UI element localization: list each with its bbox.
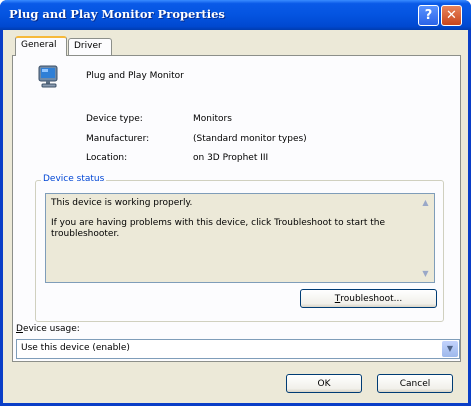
title-bar[interactable]: Plug and Play Monitor Properties ? ✕ (0, 0, 471, 30)
tab-general[interactable]: General (15, 36, 67, 56)
help-icon: ? (424, 8, 433, 23)
cancel-button[interactable]: Cancel (377, 374, 453, 393)
manufacturer-value: (Standard monitor types) (193, 134, 307, 144)
device-usage-mnemonic: D (16, 324, 23, 334)
window-title: Plug and Play Monitor Properties (9, 7, 225, 21)
chevron-down-icon[interactable]: ▼ (442, 341, 458, 357)
device-usage-select[interactable]: Use this device (enable) ▼ (16, 339, 460, 359)
manufacturer-label: Manufacturer: (86, 134, 150, 144)
close-button[interactable]: ✕ (441, 5, 462, 26)
device-name: Plug and Play Monitor (86, 71, 184, 81)
tab-driver[interactable]: Driver (68, 38, 112, 55)
scroll-down-icon[interactable]: ▼ (419, 267, 432, 280)
troubleshoot-button[interactable]: Troubleshoot... (300, 289, 437, 308)
location-value: on 3D Prophet III (193, 153, 269, 163)
troubleshoot-label: roubleshoot... (340, 293, 403, 304)
status-help-message: If you are having problems with this dev… (51, 218, 386, 239)
device-status-group: Device status This device is working pro… (35, 174, 444, 322)
monitor-icon (38, 65, 58, 88)
close-icon: ✕ (446, 8, 457, 23)
help-button[interactable]: ? (418, 5, 439, 26)
scroll-up-icon[interactable]: ▲ (419, 196, 432, 209)
ok-button[interactable]: OK (286, 374, 362, 393)
device-status-title: Device status (41, 174, 107, 184)
device-status-textbox[interactable]: This device is working properly. If you … (45, 193, 435, 283)
device-usage-label: Device usage: (16, 324, 80, 334)
device-type-label: Device type: (86, 114, 143, 124)
properties-dialog: Plug and Play Monitor Properties ? ✕ Gen… (0, 0, 471, 406)
location-label: Location: (86, 153, 128, 163)
device-type-value: Monitors (193, 114, 232, 124)
general-tab-panel: Plug and Play Monitor Device type: Monit… (12, 55, 461, 362)
status-message: This device is working properly. (51, 198, 193, 208)
device-usage-label-text: evice usage: (22, 324, 80, 334)
device-usage-value: Use this device (enable) (21, 343, 130, 353)
